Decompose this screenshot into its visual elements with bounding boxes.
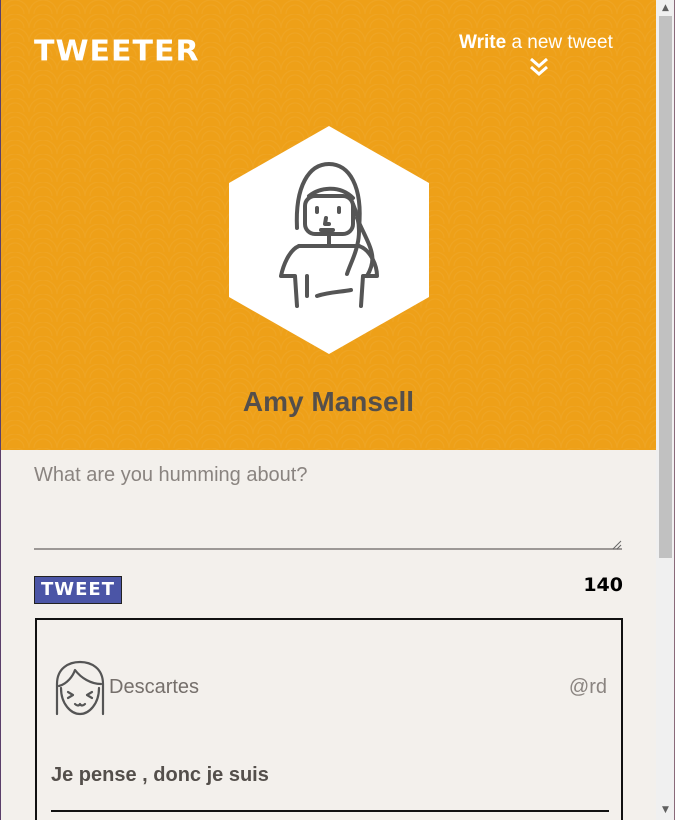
double-chevron-down-icon[interactable] xyxy=(529,56,549,78)
write-link-bold: Write xyxy=(459,32,507,53)
girl-avatar-icon xyxy=(55,660,105,716)
profile-name: Amy Mansell xyxy=(242,386,415,417)
app-logo[interactable]: TWEETER xyxy=(34,35,200,68)
tweet-author-name[interactable]: Descartes xyxy=(109,676,199,699)
scroll-thumb[interactable] xyxy=(659,16,672,558)
tweet-button[interactable]: TWEET xyxy=(34,576,122,604)
tweet-author-handle[interactable]: @rd xyxy=(569,676,607,699)
character-counter: 140 xyxy=(583,574,623,596)
tweet-text: Je pense , donc je suis xyxy=(51,764,269,786)
page: TWEETER Write a new tweet Amy Mansell Wh… xyxy=(1,0,656,820)
write-new-tweet-link[interactable]: Write a new tweet xyxy=(459,32,619,54)
resize-grip-icon[interactable] xyxy=(612,540,622,550)
profile-avatar xyxy=(229,126,429,354)
scroll-up-arrow-icon[interactable]: ▲ xyxy=(656,1,675,15)
tweet-divider xyxy=(51,810,609,812)
scroll-down-arrow-icon[interactable]: ▼ xyxy=(656,803,675,817)
vertical-scrollbar[interactable]: ▲ ▼ xyxy=(656,0,675,820)
compose-tweet-input[interactable] xyxy=(34,458,622,550)
profile-header: TWEETER Write a new tweet Amy Mansell xyxy=(1,0,656,450)
tweet-card: Descartes @rd Je pense , donc je suis xyxy=(35,618,623,820)
write-link-rest: a new tweet xyxy=(506,32,613,53)
